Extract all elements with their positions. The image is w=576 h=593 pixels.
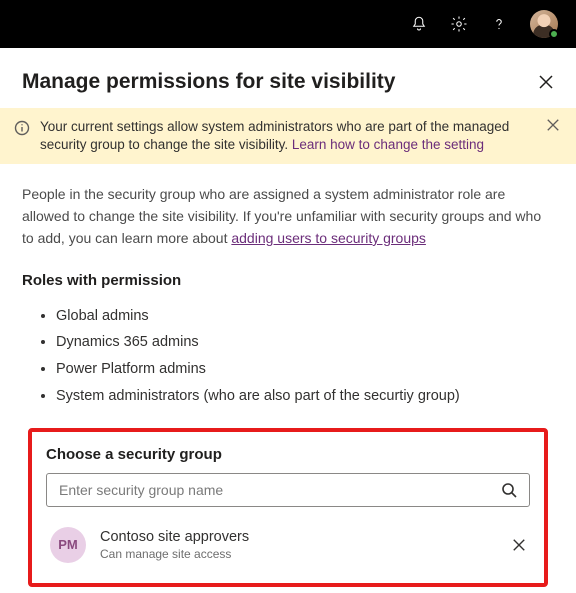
list-item: Dynamics 365 admins (56, 329, 554, 356)
security-group-input[interactable] (59, 482, 501, 498)
notifications-icon[interactable] (410, 15, 428, 33)
intro-link[interactable]: adding users to security groups (231, 230, 426, 246)
remove-group-button[interactable] (512, 538, 526, 552)
user-avatar[interactable] (530, 10, 558, 38)
roles-list: Global admins Dynamics 365 admins Power … (22, 303, 554, 410)
list-item: Global admins (56, 303, 554, 330)
panel-body: People in the security group who are ass… (0, 164, 576, 586)
highlight-box: Choose a security group PM Contoso site … (28, 428, 548, 587)
gear-icon[interactable] (450, 15, 468, 33)
security-group-search[interactable] (46, 473, 530, 507)
panel-title: Manage permissions for site visibility (22, 70, 395, 94)
close-banner-button[interactable] (546, 118, 562, 134)
group-avatar: PM (50, 527, 86, 563)
close-panel-button[interactable] (538, 74, 554, 90)
group-text: Contoso site approvers Can manage site a… (100, 528, 498, 561)
roles-heading: Roles with permission (22, 272, 554, 289)
help-icon[interactable] (490, 15, 508, 33)
list-item: Power Platform admins (56, 356, 554, 383)
group-subtitle: Can manage site access (100, 547, 498, 561)
selected-group-row: PM Contoso site approvers Can manage sit… (46, 525, 530, 565)
panel: Manage permissions for site visibility Y… (0, 48, 576, 587)
info-banner: Your current settings allow system admin… (0, 108, 576, 164)
group-name: Contoso site approvers (100, 528, 498, 547)
info-icon (14, 120, 30, 136)
panel-header: Manage permissions for site visibility (0, 48, 576, 108)
banner-link[interactable]: Learn how to change the setting (292, 137, 484, 152)
presence-indicator (549, 29, 559, 39)
list-item: System administrators (who are also part… (56, 383, 554, 410)
banner-text: Your current settings allow system admin… (40, 118, 536, 154)
intro-text: People in the security group who are ass… (22, 184, 554, 249)
choose-group-heading: Choose a security group (46, 446, 530, 463)
topbar (0, 0, 576, 48)
search-icon[interactable] (501, 482, 517, 498)
